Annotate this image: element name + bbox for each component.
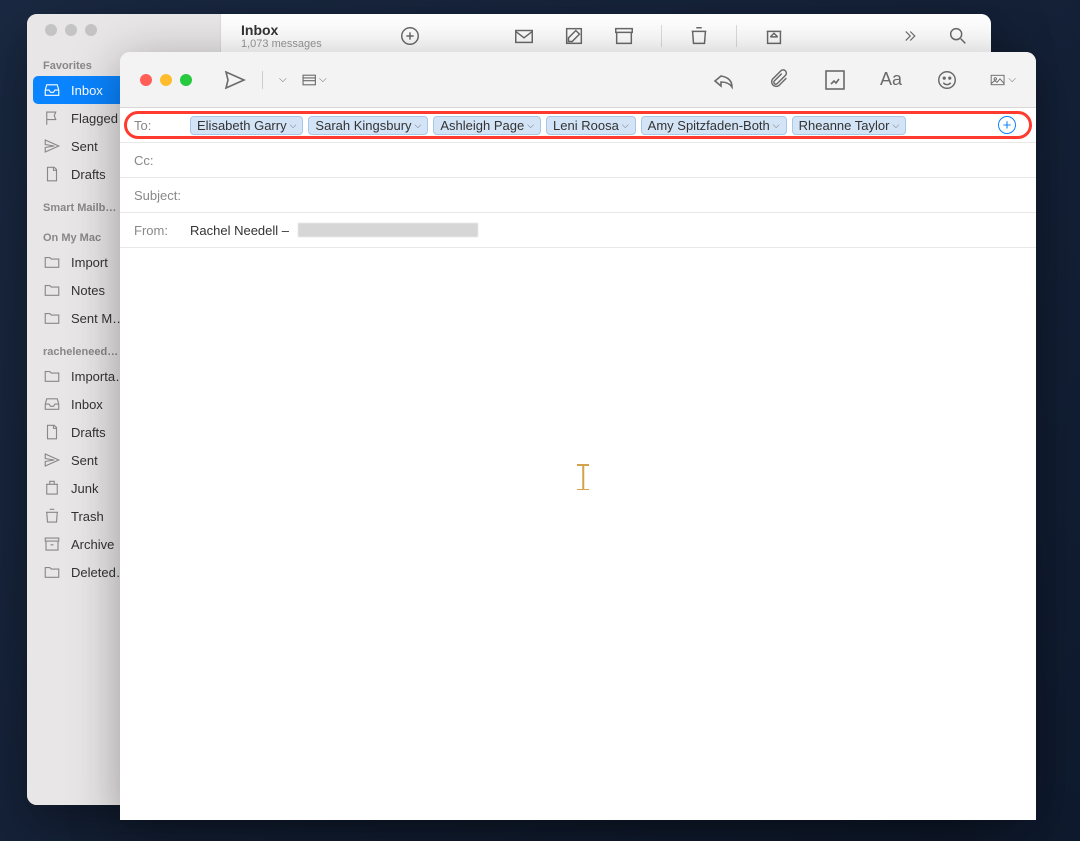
compose-body[interactable] — [120, 248, 1036, 820]
subject-field-row[interactable]: Subject: — [120, 178, 1036, 213]
sent-icon — [43, 451, 61, 469]
from-label: From: — [134, 223, 190, 238]
markup-icon[interactable] — [822, 67, 848, 93]
close-icon[interactable] — [140, 74, 152, 86]
sidebar-label: Junk — [71, 481, 98, 496]
cc-field-row[interactable]: Cc: — [120, 143, 1036, 178]
divider — [661, 25, 662, 47]
folder-icon — [43, 367, 61, 385]
draft-icon — [43, 165, 61, 183]
zoom-icon[interactable] — [180, 74, 192, 86]
folder-icon — [43, 253, 61, 271]
trash-icon — [43, 507, 61, 525]
flag-icon — [43, 109, 61, 127]
chevron-down-icon[interactable]: ⌵ — [279, 74, 287, 85]
compose-icon[interactable] — [561, 23, 587, 49]
from-value[interactable]: Rachel Needell – — [190, 223, 1022, 238]
from-field-row[interactable]: From: Rachel Needell – — [120, 213, 1036, 248]
recipient-chip[interactable]: Elisabeth Garry⌵ — [190, 116, 303, 135]
close-disabled-icon — [45, 24, 57, 36]
recipient-chip[interactable]: Sarah Kingsbury⌵ — [308, 116, 428, 135]
recipient-chip[interactable]: Amy Spitzfaden-Both⌵ — [641, 116, 787, 135]
add-recipient-button[interactable]: + — [998, 116, 1016, 134]
sidebar-label: Import — [71, 255, 108, 270]
sidebar-label: Notes — [71, 283, 105, 298]
divider — [262, 71, 263, 89]
chevron-down-icon[interactable]: ⌵ — [290, 120, 297, 131]
format-icon[interactable]: Aa — [878, 67, 904, 93]
chevron-down-icon[interactable]: ⌵ — [527, 120, 534, 131]
envelope-icon[interactable] — [511, 23, 537, 49]
recipient-chip[interactable]: Leni Roosa⌵ — [546, 116, 636, 135]
filter-icon[interactable] — [397, 23, 423, 49]
to-recipients[interactable]: Elisabeth Garry⌵ Sarah Kingsbury⌵ Ashlei… — [190, 116, 1022, 135]
header-fields-button[interactable]: ⌵ — [301, 67, 327, 93]
sidebar-label: Sent — [71, 453, 98, 468]
zoom-disabled-icon — [85, 24, 97, 36]
more-icon[interactable] — [895, 23, 921, 49]
recipient-chip[interactable]: Rheanne Taylor⌵ — [792, 116, 907, 135]
draft-icon — [43, 423, 61, 441]
folder-icon — [43, 281, 61, 299]
sidebar-label: Trash — [71, 509, 104, 524]
minimize-icon[interactable] — [160, 74, 172, 86]
chevron-down-icon[interactable]: ⌵ — [892, 120, 899, 131]
inbox-icon — [43, 81, 61, 99]
archive-icon — [43, 535, 61, 553]
inbox-icon — [43, 395, 61, 413]
search-icon[interactable] — [945, 23, 971, 49]
minimize-disabled-icon — [65, 24, 77, 36]
junk-icon[interactable] — [761, 23, 787, 49]
to-field-row[interactable]: To: Elisabeth Garry⌵ Sarah Kingsbury⌵ As… — [120, 108, 1036, 143]
sidebar-label: Sent — [71, 139, 98, 154]
chevron-down-icon[interactable]: ⌵ — [773, 120, 780, 131]
sent-icon — [43, 137, 61, 155]
divider — [736, 25, 737, 47]
delete-icon[interactable] — [686, 23, 712, 49]
compose-fields: To: Elisabeth Garry⌵ Sarah Kingsbury⌵ As… — [120, 108, 1036, 248]
compose-window-controls — [140, 74, 192, 86]
reply-icon[interactable] — [710, 67, 736, 93]
photo-icon[interactable]: ⌵ — [990, 67, 1016, 93]
sidebar-label: Sent M… — [71, 311, 125, 326]
send-button[interactable] — [222, 67, 248, 93]
compose-toolbar: ⌵ ⌵ Aa ⌵ — [120, 52, 1036, 108]
emoji-icon[interactable] — [934, 67, 960, 93]
sidebar-label: Flagged — [71, 111, 118, 126]
sidebar-label: Drafts — [71, 167, 106, 182]
junk-icon — [43, 479, 61, 497]
to-label: To: — [134, 118, 190, 133]
window-controls — [27, 24, 220, 52]
chevron-down-icon[interactable]: ⌵ — [415, 120, 422, 131]
attachment-icon[interactable] — [766, 67, 792, 93]
sidebar-label: Drafts — [71, 425, 106, 440]
text-cursor-icon — [576, 464, 590, 490]
subject-label: Subject: — [134, 188, 190, 203]
sidebar-label: Inbox — [71, 83, 103, 98]
archive-icon[interactable] — [611, 23, 637, 49]
compose-window: ⌵ ⌵ Aa ⌵ To: Elisabeth Garry⌵ Sarah King… — [120, 52, 1036, 820]
sidebar-label: Inbox — [71, 397, 103, 412]
message-count: 1,073 messages — [241, 38, 397, 50]
cc-label: Cc: — [134, 153, 190, 168]
mailbox-title: Inbox — [241, 22, 397, 38]
sidebar-label: Archive — [71, 537, 114, 552]
chevron-down-icon[interactable]: ⌵ — [622, 120, 629, 131]
redacted-email — [298, 223, 478, 237]
folder-icon — [43, 563, 61, 581]
folder-icon — [43, 309, 61, 327]
recipient-chip[interactable]: Ashleigh Page⌵ — [433, 116, 541, 135]
